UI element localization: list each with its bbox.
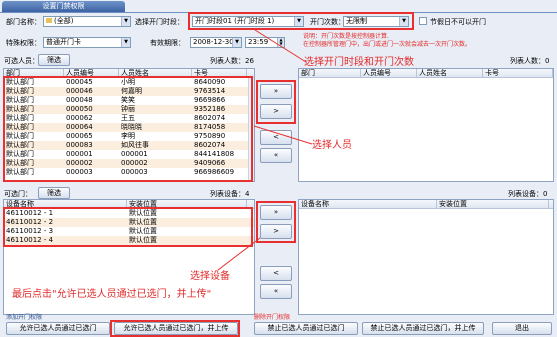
chevron-down-icon: ▼: [294, 17, 303, 26]
column-header[interactable]: 安装位置: [437, 200, 549, 208]
persons-selected-table[interactable]: 部门 人员编号 人员姓名 卡号: [298, 68, 554, 182]
allow-button[interactable]: 允许已选人员通过已选门: [6, 322, 110, 335]
doors-available-count: 列表设备：4: [210, 190, 250, 198]
device-annotation: 选择设备: [190, 271, 230, 282]
exit-button[interactable]: 退出: [492, 322, 552, 335]
remove-door-button[interactable]: <: [260, 266, 292, 281]
forbid-upload-button[interactable]: 禁止已选人员通过已选门，并上传: [362, 322, 484, 335]
add-door-button[interactable]: >: [260, 224, 292, 239]
persons-highlight: [3, 76, 253, 182]
special-label: 特殊权限：: [6, 39, 41, 47]
special-select[interactable]: 普通开门卡 ▼: [43, 37, 131, 48]
allow-upload-button[interactable]: 允许已选人员通过已选门，并上传: [114, 322, 238, 335]
persons-available-count: 列表人数：26: [210, 57, 254, 65]
annotation-arrow-icon: [254, 29, 307, 63]
annotation-arrow-icon: [254, 125, 313, 145]
table-header: 设备名称 安装位置: [299, 200, 553, 209]
add-person-button[interactable]: >: [260, 104, 292, 119]
count-select-value: 无限制: [346, 17, 367, 25]
remove-all-persons-button[interactable]: «: [260, 148, 292, 163]
persons-filter-button[interactable]: 筛选: [38, 54, 70, 66]
add-all-persons-button[interactable]: »: [260, 84, 292, 99]
department-select-value: (全部): [54, 17, 74, 25]
persons-available-label: 可选人员：: [4, 57, 39, 65]
valid-date-picker[interactable]: 2008-12-30 ▼: [190, 37, 242, 48]
column-header[interactable]: 卡号: [483, 69, 553, 77]
folder-icon: [46, 18, 52, 23]
column-header[interactable]: 部门: [299, 69, 361, 77]
person-annotation: 选择人员: [312, 140, 352, 151]
column-header[interactable]: 设备名称: [299, 200, 437, 208]
valid-date-value: 2008-12-30: [193, 38, 234, 46]
holiday-label: 节假日不可以开门: [430, 18, 486, 26]
explain-line-1: 说明：开门次数是按控制器计算.: [303, 33, 389, 40]
period-select-value: 开门时段01 (开门时段 1): [195, 17, 275, 25]
doors-selected-table[interactable]: 设备名称 安装位置: [298, 199, 554, 315]
final-annotation: 最后点击"允许已选人员通过已选门，并上传": [12, 289, 212, 300]
chevron-down-icon: ▼: [121, 38, 130, 47]
add-all-doors-button[interactable]: »: [260, 205, 292, 220]
explain-line-2: 在控制器所管理门中，出门或进门一次就会减去一次开门次数。: [303, 41, 472, 48]
count-label: 开门次数：: [310, 18, 345, 26]
chevron-down-icon: ▼: [399, 17, 408, 26]
calendar-dropdown-icon: ▼: [232, 38, 241, 47]
window-tab-title: 设置门禁权限: [2, 1, 125, 12]
remove-all-doors-button[interactable]: «: [260, 284, 292, 299]
department-label: 部门名称：: [6, 18, 41, 26]
doors-filter-button[interactable]: 筛选: [38, 187, 70, 199]
annotation-arrow-icon: [217, 237, 261, 271]
special-select-value: 普通开门卡: [46, 38, 81, 46]
doors-selected-count: 列表设备：0: [508, 190, 548, 198]
forbid-button[interactable]: 禁止已选人员通过已选门: [254, 322, 358, 335]
column-header[interactable]: 人员编号: [361, 69, 417, 77]
valid-label: 有效期限：: [150, 39, 185, 47]
delete-permission-group-label: 删除开门权限: [254, 314, 291, 321]
add-permission-group-label: 添加开门权限: [6, 314, 43, 321]
holiday-checkbox[interactable]: [419, 17, 427, 25]
period-label: 选择开门时段：: [135, 18, 184, 26]
chevron-down-icon: ▼: [121, 17, 130, 26]
department-select[interactable]: (全部) ▼: [43, 16, 131, 27]
doors-available-label: 可选门：: [4, 190, 32, 198]
column-header[interactable]: 人员姓名: [417, 69, 483, 77]
table-header: 部门 人员编号 人员姓名 卡号: [299, 69, 553, 78]
persons-selected-count: 列表人数：0: [510, 57, 550, 65]
count-select[interactable]: 无限制 ▼: [343, 16, 409, 27]
